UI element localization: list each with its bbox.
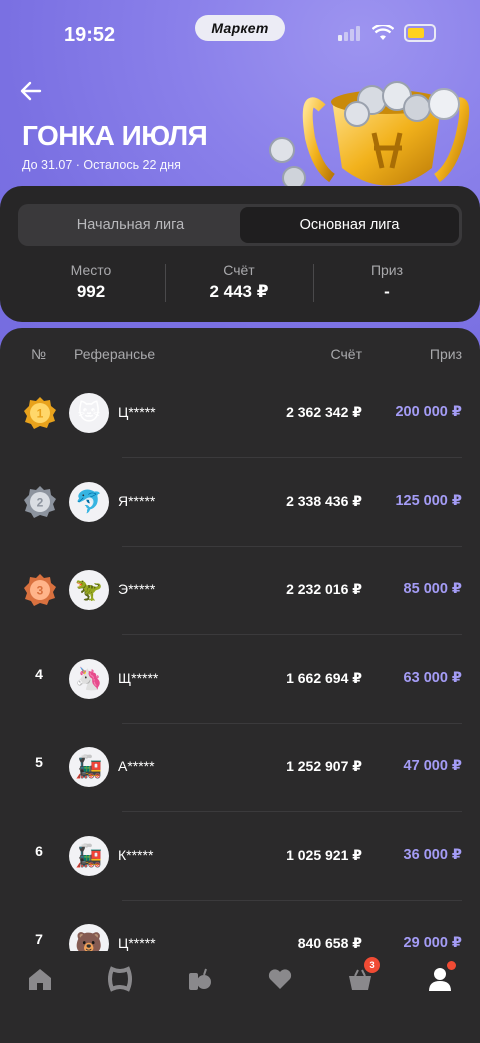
user-name: Ц***** (118, 404, 156, 420)
bottom-tab-bar: 3 (0, 951, 480, 1011)
stat-place-value: 992 (76, 282, 106, 301)
league-card: Начальная лига Основная лига Место 992 С… (0, 186, 480, 322)
table-row[interactable]: 1 🐱 Ц***** 2 362 342 ₽ 200 000 ₽ (0, 370, 480, 458)
user-score: 2 362 342 ₽ (286, 404, 362, 420)
medal-rank: 3 (37, 584, 44, 598)
avatar: 🚂 (69, 835, 109, 876)
tab-main-league[interactable]: Основная лига (240, 207, 459, 243)
market-pill[interactable]: Маркет (195, 15, 285, 41)
stat-place: Место 992 (17, 262, 165, 306)
rank-number: 4 (35, 665, 43, 682)
avatar-emoji: 🚂 (75, 842, 103, 868)
col-rank: № (31, 346, 47, 362)
league-tabs: Начальная лига Основная лига (18, 204, 462, 246)
stat-place-label: Место (70, 262, 112, 278)
grocery-icon[interactable] (186, 965, 214, 993)
col-user: Реферансье (74, 346, 156, 362)
stat-prize-label: Приз (370, 262, 404, 278)
user-score: 2 232 016 ₽ (286, 581, 362, 597)
bronze-medal-icon: 3 (24, 574, 56, 606)
signal-icon (338, 26, 360, 41)
avatar-emoji: 🐬 (75, 488, 103, 514)
avatar: 🦄 (69, 658, 109, 699)
stat-prize: Приз - (313, 262, 461, 306)
favorites-icon[interactable] (266, 965, 294, 993)
avatar-emoji: 🦖 (75, 577, 103, 602)
battery-icon (404, 24, 436, 42)
stat-prize-value: - (384, 282, 390, 301)
user-prize: 200 000 ₽ (395, 404, 462, 420)
stat-score: Счёт 2 443 ₽ (165, 262, 313, 306)
user-name: Э***** (118, 581, 156, 597)
status-time: 19:52 (64, 24, 116, 46)
cart-tab[interactable]: 3 (346, 957, 380, 993)
avatar: 🚂 (69, 747, 109, 787)
user-score: 840 658 ₽ (297, 935, 362, 951)
avatar-emoji: 🦄 (75, 665, 103, 691)
user-name: Ц***** (118, 935, 156, 951)
my-stats: Место 992 Счёт 2 443 ₽ Приз - (0, 262, 480, 306)
user-score: 1 025 921 ₽ (286, 846, 362, 863)
status-icons (338, 24, 436, 42)
profile-tab[interactable] (426, 961, 456, 993)
avatar-emoji: 🚂 (75, 754, 103, 779)
silver-medal-icon: 2 (24, 485, 56, 518)
user-score: 1 662 694 ₽ (286, 669, 362, 686)
page-title: ГОНКА ИЮЛЯ (22, 120, 208, 151)
cart-badge: 3 (364, 957, 380, 973)
user-name: Я***** (118, 492, 156, 509)
user-prize: 47 000 ₽ (403, 758, 462, 774)
table-row[interactable]: 6 🚂 К***** 1 025 921 ₽ 36 000 ₽ (0, 813, 480, 901)
user-prize: 63 000 ₽ (403, 669, 462, 686)
table-row[interactable]: 2 🐬 Я***** 2 338 436 ₽ 125 000 ₽ (0, 459, 480, 547)
col-prize: Приз (429, 346, 462, 362)
profile-notification-dot (447, 961, 456, 970)
tab-beginner-league[interactable]: Начальная лига (21, 207, 240, 243)
table-row[interactable]: 5 🚂 А***** 1 252 907 ₽ 47 000 ₽ (0, 724, 480, 812)
page-subtitle: До 31.07 · Осталось 22 дня (22, 158, 181, 172)
status-bar: 19:52 Маркет (0, 0, 480, 60)
table-row[interactable]: 4 🦄 Щ***** 1 662 694 ₽ 63 000 ₽ (0, 636, 480, 724)
user-score: 1 252 907 ₽ (286, 758, 362, 774)
rank-number: 6 (35, 842, 43, 859)
avatar: 🐬 (69, 481, 109, 522)
trophy-icon (269, 81, 470, 190)
avatar: 🦖 (69, 570, 109, 610)
medal-rank: 1 (37, 407, 44, 421)
medal-rank: 2 (37, 495, 44, 509)
avatar-emoji: 🐱 (77, 400, 101, 425)
user-prize: 85 000 ₽ (403, 581, 462, 597)
user-prize: 36 000 ₽ (403, 846, 462, 863)
home-icon[interactable] (26, 965, 54, 993)
stat-score-label: Счёт (223, 262, 255, 278)
catalog-icon[interactable] (106, 965, 134, 993)
avatar: 🐱 (69, 393, 109, 433)
rank-number: 7 (35, 931, 43, 947)
user-prize: 125 000 ₽ (395, 492, 462, 509)
stat-score-value: 2 443 ₽ (209, 282, 269, 301)
rank-number: 5 (35, 754, 43, 770)
user-score: 2 338 436 ₽ (286, 492, 362, 509)
back-arrow-icon[interactable] (18, 78, 44, 104)
table-row[interactable]: 3 🦖 Э***** 2 232 016 ₽ 85 000 ₽ (0, 547, 480, 635)
user-prize: 29 000 ₽ (403, 935, 462, 951)
gold-medal-icon: 1 (24, 397, 56, 429)
user-name: К***** (118, 846, 154, 863)
wifi-icon (372, 25, 394, 40)
leaderboard[interactable]: № Реферансье Счёт Приз 1 🐱 Ц***** 2 362 … (0, 328, 480, 968)
col-score: Счёт (330, 346, 362, 362)
user-name: А***** (118, 758, 155, 774)
user-name: Щ***** (118, 669, 159, 686)
